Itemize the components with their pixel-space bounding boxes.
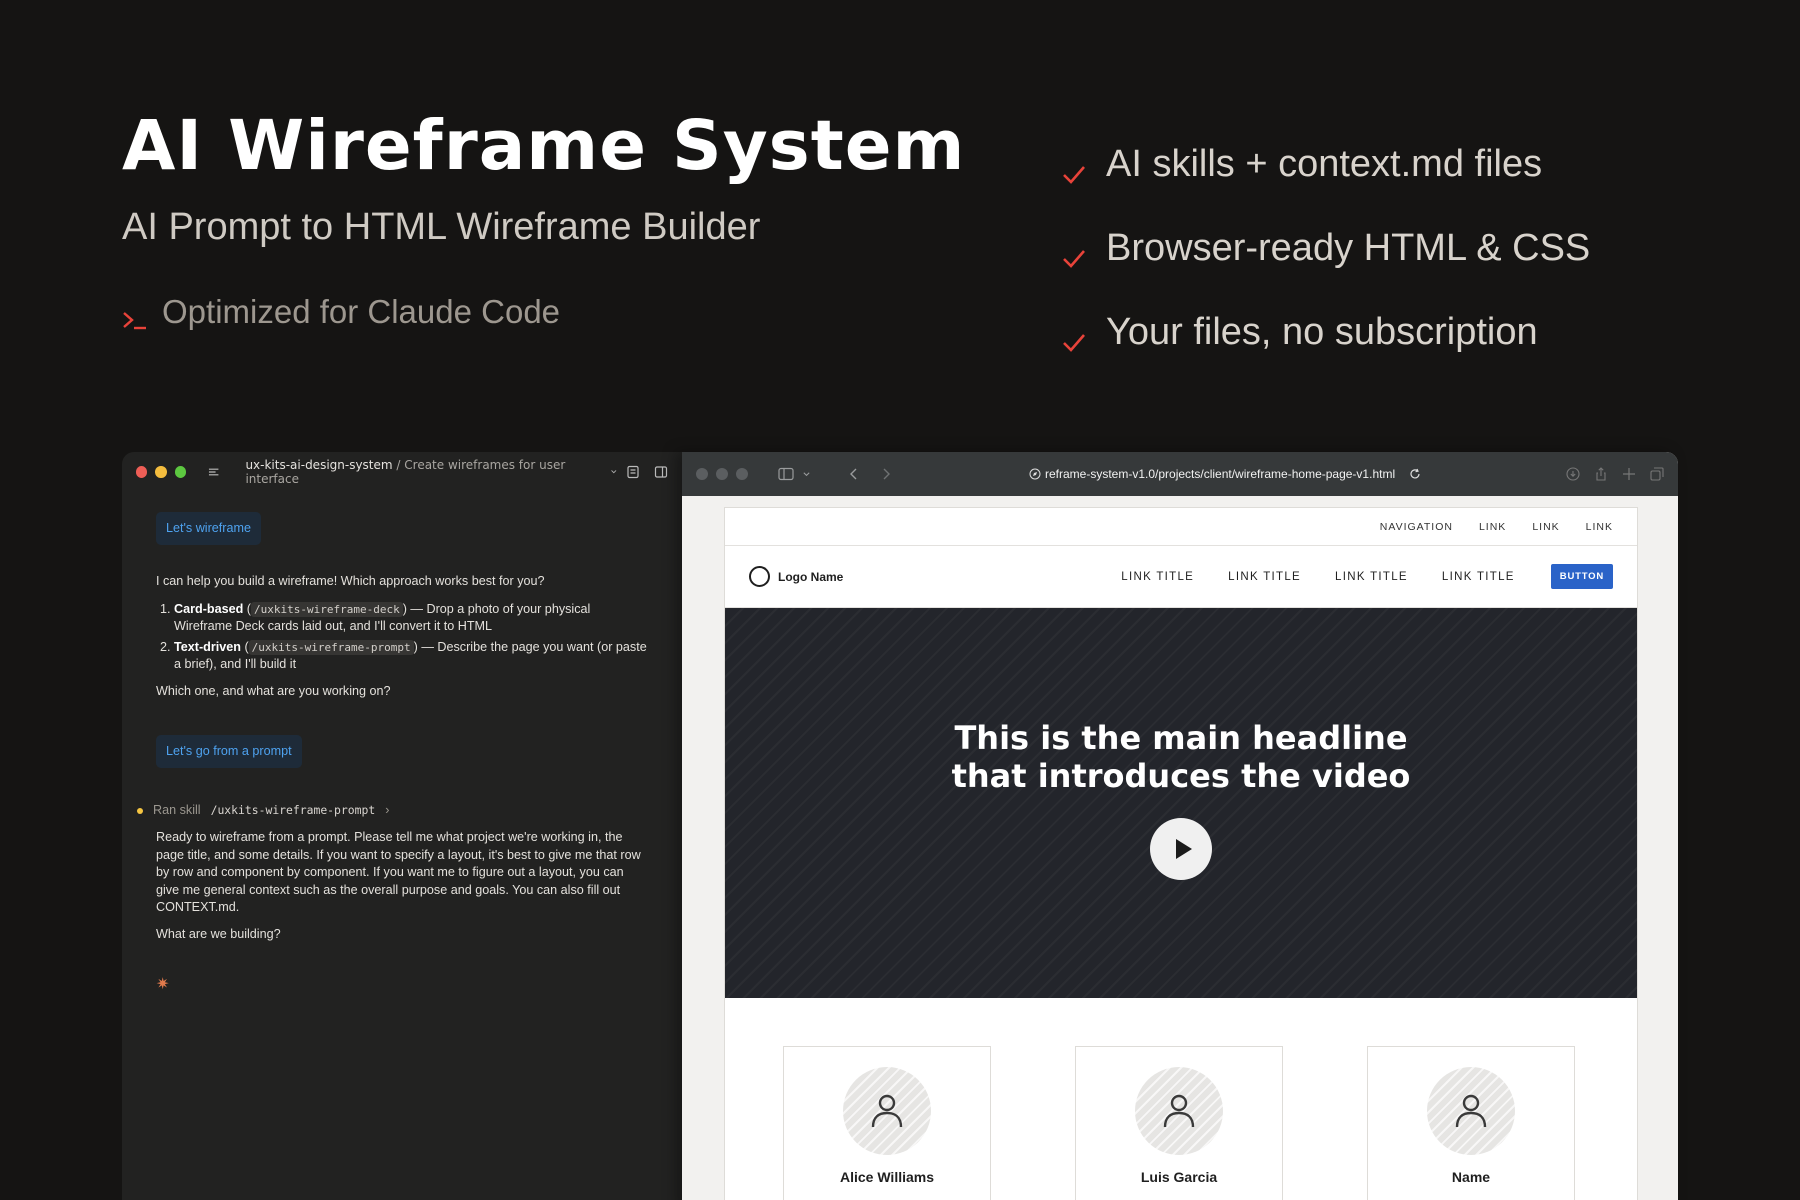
main-nav: Logo Name LINK TITLE LINK TITLE LINK TIT… — [725, 546, 1637, 608]
address-bar[interactable]: reframe-system-v1.0/projects/client/wire… — [1029, 467, 1421, 481]
compass-icon — [1029, 468, 1041, 480]
utility-nav-item[interactable]: LINK — [1479, 521, 1506, 533]
skill-prefix: Ran skill — [153, 803, 201, 817]
video-headline: This is the main headline that introduce… — [951, 719, 1411, 795]
main-nav-links: LINK TITLE LINK TITLE LINK TITLE LINK TI… — [1121, 564, 1613, 589]
minimize-window-button[interactable] — [155, 466, 167, 478]
check-icon — [1062, 237, 1086, 268]
option-item: Text-driven (/uxkits-wireframe-prompt) —… — [174, 639, 648, 674]
assistant-reply-question: What are we building? — [156, 927, 281, 942]
hero-note: Optimized for Claude Code — [122, 293, 560, 331]
user-icon — [871, 1094, 903, 1128]
skill-status-row[interactable]: Ran skill /uxkits-wireframe-prompt › — [137, 802, 648, 819]
option-label: Card-based — [174, 601, 244, 616]
tab-overview-icon[interactable] — [1650, 467, 1664, 481]
close-window-button[interactable] — [136, 466, 148, 478]
panel-toggle-icon[interactable] — [654, 465, 668, 479]
user-icon — [1163, 1094, 1195, 1128]
hero-title: AI Wireframe System — [122, 106, 966, 186]
terminal-prompt-icon — [122, 301, 148, 330]
utility-nav-item[interactable]: LINK — [1586, 521, 1613, 533]
sidebar-icon[interactable] — [778, 467, 794, 481]
thinking-spinner-icon: ✷ — [156, 975, 170, 993]
claude-code-window: ux-kits-ai-design-system / Create wirefr… — [122, 452, 682, 1200]
utility-nav-item[interactable]: LINK — [1532, 521, 1559, 533]
breadcrumb-separator: / — [392, 458, 405, 472]
window-titlebar: ux-kits-ai-design-system / Create wirefr… — [122, 452, 682, 492]
avatar — [843, 1067, 931, 1155]
option-item: Card-based (/uxkits-wireframe-deck) — Dr… — [174, 601, 648, 636]
assistant-reply-text: Ready to wireframe from a prompt. Please… — [156, 830, 641, 914]
share-icon[interactable] — [1594, 467, 1608, 481]
feature-list: AI skills + context.md files Browser-rea… — [1062, 122, 1590, 374]
person-card: Name — [1367, 1046, 1575, 1200]
refresh-icon[interactable] — [1409, 468, 1421, 480]
logo-text: Logo Name — [778, 569, 844, 584]
hero-subtitle: AI Prompt to HTML Wireframe Builder — [122, 206, 761, 248]
browser-toolbar: reframe-system-v1.0/projects/client/wire… — [682, 452, 1678, 496]
breadcrumb-project[interactable]: ux-kits-ai-design-system — [245, 458, 392, 472]
feature-text: Your files, no subscription — [1106, 310, 1538, 353]
feature-text: AI skills + context.md files — [1106, 142, 1543, 185]
check-icon — [1062, 153, 1086, 184]
status-dot — [137, 807, 143, 814]
video-hero: This is the main headline that introduce… — [725, 608, 1637, 998]
option-command: /uxkits-wireframe-prompt — [248, 639, 414, 655]
person-name: Luis Garcia — [1140, 1169, 1218, 1185]
skill-command: /uxkits-wireframe-prompt — [210, 802, 376, 817]
person-card: Alice Williams — [783, 1046, 991, 1200]
maximize-window-button[interactable] — [736, 468, 748, 480]
option-command: /uxkits-wireframe-deck — [251, 601, 403, 617]
assistant-reply: Ready to wireframe from a prompt. Please… — [156, 829, 648, 943]
assistant-message: I can help you build a wireframe! Which … — [156, 573, 648, 700]
utility-nav-item[interactable]: NAVIGATION — [1380, 521, 1453, 533]
avatar — [1427, 1067, 1515, 1155]
play-button[interactable] — [1150, 817, 1212, 880]
check-icon — [1062, 321, 1086, 352]
chevron-right-icon[interactable]: › — [385, 802, 389, 819]
utility-nav: NAVIGATION LINK LINK LINK — [725, 508, 1637, 546]
document-icon[interactable] — [626, 465, 640, 479]
hero-note-text: Optimized for Claude Code — [162, 293, 561, 330]
main-nav-link[interactable]: LINK TITLE — [1121, 571, 1194, 583]
nav-cta-button[interactable]: BUTTON — [1550, 564, 1613, 589]
breadcrumb[interactable]: ux-kits-ai-design-system / Create wirefr… — [245, 458, 602, 486]
chevron-down-icon[interactable] — [802, 470, 811, 479]
option-label: Text-driven — [174, 639, 241, 654]
wireframe-page: NAVIGATION LINK LINK LINK Logo Name LINK… — [724, 507, 1638, 1200]
forward-icon[interactable] — [881, 467, 891, 481]
feature-item: Your files, no subscription — [1062, 290, 1590, 374]
feature-text: Browser-ready HTML & CSS — [1106, 226, 1591, 269]
user-message: Let's go from a prompt — [156, 734, 302, 768]
play-icon — [1176, 838, 1192, 859]
user-icon — [1455, 1094, 1487, 1128]
feature-item: Browser-ready HTML & CSS — [1062, 206, 1590, 290]
assistant-question: Which one, and what are you working on? — [156, 684, 391, 699]
browser-window: reframe-system-v1.0/projects/client/wire… — [682, 452, 1678, 1200]
person-name: Name — [1451, 1169, 1491, 1185]
people-grid: Alice Williams Luis Garcia Name — [725, 998, 1637, 1200]
menu-icon[interactable] — [208, 467, 219, 477]
user-message: Let's wireframe — [156, 512, 261, 546]
maximize-window-button[interactable] — [174, 466, 187, 478]
chat-transcript: Let's wireframe I can help you build a w… — [122, 492, 682, 996]
main-nav-link[interactable]: LINK TITLE — [1335, 571, 1408, 583]
option-list: Card-based (/uxkits-wireframe-deck) — Dr… — [174, 601, 648, 674]
close-window-button[interactable] — [696, 468, 708, 480]
back-icon[interactable] — [849, 467, 859, 481]
assistant-intro: I can help you build a wireframe! Which … — [156, 574, 545, 589]
feature-item: AI skills + context.md files — [1062, 122, 1590, 206]
main-nav-link[interactable]: LINK TITLE — [1228, 571, 1301, 583]
new-tab-icon[interactable] — [1622, 467, 1636, 481]
chevron-down-icon[interactable] — [610, 468, 618, 476]
person-name: Alice Williams — [839, 1169, 935, 1185]
minimize-window-button[interactable] — [716, 468, 728, 480]
logo-circle-icon — [749, 566, 770, 587]
logo[interactable]: Logo Name — [749, 566, 843, 587]
avatar — [1135, 1067, 1223, 1155]
download-icon[interactable] — [1566, 467, 1580, 481]
url-text[interactable]: reframe-system-v1.0/projects/client/wire… — [1045, 467, 1395, 481]
main-nav-link[interactable]: LINK TITLE — [1442, 571, 1515, 583]
person-card: Luis Garcia — [1075, 1046, 1283, 1200]
